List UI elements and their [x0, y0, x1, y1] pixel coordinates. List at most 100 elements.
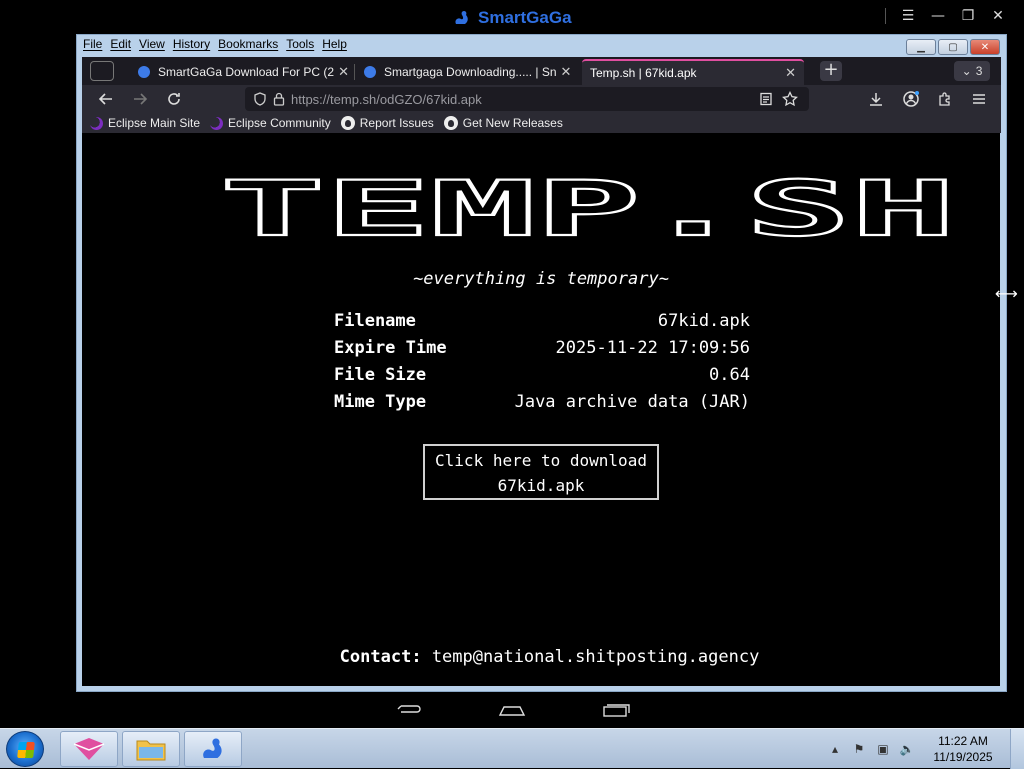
smartgaga-favicon-icon — [138, 66, 150, 78]
account-button[interactable] — [901, 89, 921, 109]
lock-icon[interactable] — [273, 92, 285, 106]
menu-history[interactable]: History — [173, 37, 210, 55]
menu-icon[interactable]: ☰ — [900, 8, 916, 24]
url-host: https://temp.sh — [291, 91, 377, 107]
android-home-icon[interactable] — [498, 702, 526, 718]
app-menu-button[interactable] — [969, 89, 989, 109]
window-minimize-button[interactable]: ▁ — [906, 39, 936, 55]
windows-taskbar: ▴ ⚑ ▣ 🔈 11:22 AM 11/19/2025 — [0, 728, 1024, 769]
back-arrow-icon — [98, 93, 112, 105]
info-key: Mime Type — [334, 392, 427, 412]
page-content: TEMP.SH ~everything is temporary~ Filena… — [82, 133, 1000, 686]
emulator-brand: SmartGaGa — [452, 7, 572, 29]
resize-cursor-icon: ⟷ — [995, 284, 1018, 303]
start-button[interactable] — [6, 731, 44, 767]
tab-close-icon[interactable]: ✕ — [781, 65, 796, 81]
list-all-tabs-button[interactable]: ⌄ 3 — [954, 61, 990, 81]
reload-icon — [168, 93, 180, 105]
menu-edit[interactable]: Edit — [110, 37, 131, 55]
android-recents-icon[interactable] — [602, 702, 630, 718]
window-maximize-button[interactable]: ▢ — [938, 39, 968, 55]
bookmark-get-new-releases[interactable]: Get New Releases — [443, 116, 563, 130]
close-icon[interactable]: ✕ — [990, 8, 1006, 24]
new-tab-button[interactable]: + — [820, 61, 842, 81]
tab-title: Temp.sh | 67kid.apk — [590, 66, 697, 80]
github-icon — [340, 116, 355, 130]
tab-temp-sh[interactable]: Temp.sh | 67kid.apk ✕ — [582, 59, 804, 85]
taskbar-app-1[interactable] — [60, 731, 118, 767]
pink-app-icon — [73, 738, 105, 760]
info-value: 67kid.apk — [657, 311, 750, 331]
emulator-brand-label: SmartGaGa — [478, 8, 572, 27]
reader-view-icon[interactable] — [759, 92, 773, 106]
separator — [885, 8, 886, 24]
tab-close-icon[interactable]: ✕ — [557, 64, 572, 80]
reload-button[interactable] — [164, 89, 184, 109]
menu-file[interactable]: File — [83, 37, 102, 55]
bookmark-label: Report Issues — [359, 116, 434, 130]
info-row-expire-time: Expire Time 2025-11-22 17:09:56 — [334, 338, 750, 365]
contact-email[interactable]: temp@national.shitposting.agency — [432, 647, 760, 667]
taskbar-smartgaga[interactable] — [184, 731, 242, 767]
menu-help[interactable]: Help — [322, 37, 347, 55]
download-button-line1: Click here to download — [435, 451, 647, 470]
contact-line: Contact: temp@national.shitposting.agenc… — [82, 647, 1017, 667]
tab-close-icon[interactable]: ✕ — [334, 64, 348, 80]
folder-icon — [136, 740, 166, 761]
browser-window: File Edit View History Bookmarks Tools H… — [76, 34, 1007, 692]
info-value: 2025-11-22 17:09:56 — [555, 338, 750, 358]
bookmark-eclipse-main[interactable]: Eclipse Main Site — [90, 116, 200, 130]
bookmark-label: Eclipse Main Site — [108, 116, 201, 130]
tab-smartgaga-download[interactable]: SmartGaGa Download For PC (2 ✕ — [130, 59, 348, 85]
action-center-flag-icon[interactable]: ⚑ — [850, 740, 868, 758]
emulator-title-bar: SmartGaGa ☰ — ❐ ✕ — [0, 0, 1024, 36]
tab-separator — [354, 64, 355, 80]
github-icon — [443, 116, 458, 130]
download-button[interactable]: Click here to download 67kid.apk — [423, 444, 659, 500]
info-key: Filename — [334, 311, 416, 331]
bookmarks-toolbar: Eclipse Main Site Eclipse Community Repo… — [82, 113, 1001, 133]
show-hidden-icons-icon[interactable]: ▴ — [826, 740, 844, 758]
menu-view[interactable]: View — [139, 37, 165, 55]
downloads-button[interactable] — [866, 89, 886, 109]
volume-muted-icon[interactable]: 🔈 — [898, 740, 916, 758]
bookmark-star-icon[interactable] — [782, 91, 798, 107]
chevron-down-icon: ⌄ — [961, 64, 972, 78]
tagline: ~everything is temporary~ — [413, 269, 669, 289]
hamburger-icon — [973, 94, 985, 104]
shield-icon[interactable] — [253, 92, 267, 106]
back-button[interactable] — [96, 89, 116, 109]
download-button-line2: 67kid.apk — [497, 476, 585, 495]
restore-icon[interactable]: ❐ — [960, 8, 976, 24]
tab-count: 3 — [975, 64, 983, 78]
extensions-button[interactable] — [935, 89, 955, 109]
bookmark-eclipse-community[interactable]: Eclipse Community — [210, 116, 331, 130]
menu-bar: File Edit View History Bookmarks Tools H… — [83, 37, 347, 55]
info-row-mime-type: Mime Type Java archive data (JAR) — [334, 392, 750, 419]
firefox-view-button[interactable] — [90, 61, 114, 81]
url-bar[interactable]: https://temp.sh/odGZO/67kid.apk — [245, 87, 809, 111]
menu-tools[interactable]: Tools — [286, 37, 314, 55]
taskbar-file-explorer[interactable] — [122, 731, 180, 767]
logo-text: TEMP.SH — [220, 177, 956, 241]
info-value: 0.64 — [709, 365, 750, 385]
forward-button[interactable] — [130, 89, 150, 109]
tab-smartgaga-downloading[interactable]: Smartgaga Downloading..... | Sn ✕ — [356, 59, 578, 85]
smartgaga-favicon-icon — [364, 66, 376, 78]
android-back-icon[interactable] — [395, 702, 423, 718]
file-info-table: Filename 67kid.apk Expire Time 2025-11-2… — [334, 311, 750, 419]
bookmark-report-issues[interactable]: Report Issues — [340, 116, 434, 130]
bookmark-label: Eclipse Community — [228, 116, 331, 130]
clock-date: 11/19/2025 — [933, 750, 993, 764]
system-tray: ▴ ⚑ ▣ 🔈 11:22 AM 11/19/2025 — [820, 729, 1024, 769]
window-close-button[interactable]: ✕ — [970, 39, 1000, 55]
clock-time: 11:22 AM — [938, 734, 988, 748]
minimize-icon[interactable]: — — [930, 8, 946, 24]
menu-bookmarks[interactable]: Bookmarks — [218, 37, 278, 55]
system-clock[interactable]: 11:22 AM 11/19/2025 — [920, 733, 1006, 765]
account-icon — [903, 91, 919, 107]
bookmark-label: Get New Releases — [462, 116, 563, 130]
show-desktop-button[interactable] — [1010, 729, 1024, 769]
info-row-file-size: File Size 0.64 — [334, 365, 750, 392]
network-icon[interactable]: ▣ — [874, 740, 892, 758]
